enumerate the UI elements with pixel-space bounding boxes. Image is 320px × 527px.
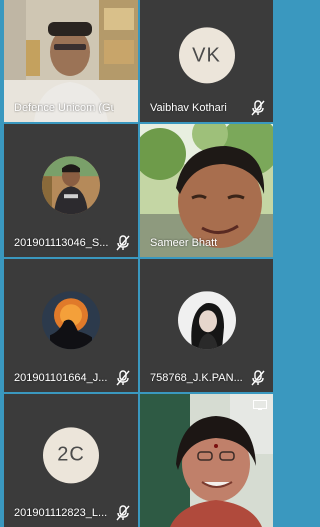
participant-tile-vaibhav-kothari[interactable]: VK Vaibhav Kothari bbox=[140, 0, 273, 122]
mic-off-icon bbox=[251, 370, 265, 386]
participant-tile-201901101664[interactable]: 201901101664_J... bbox=[4, 259, 138, 392]
participant-tile-video[interactable] bbox=[140, 394, 273, 527]
participant-initials-avatar: VK bbox=[178, 27, 235, 84]
participant-name: Vaibhav Kothari bbox=[150, 102, 227, 114]
participant-avatar-photo bbox=[42, 155, 100, 214]
participant-tile-758768-jkpan[interactable]: 758768_J.K.PAN... bbox=[140, 259, 273, 392]
participant-name: 201901101664_J... bbox=[14, 372, 108, 384]
screen-share-icon bbox=[253, 400, 267, 410]
mic-off-icon bbox=[116, 505, 130, 521]
participant-tile-201901112823[interactable]: 2C 201901112823_L... bbox=[4, 394, 138, 527]
mic-off-icon bbox=[116, 235, 130, 251]
participant-name: 201901112823_L... bbox=[14, 507, 108, 519]
participant-video bbox=[140, 394, 273, 527]
participant-name: Defence Unicom (Gu... bbox=[14, 102, 114, 114]
participant-name: Sameer Bhatt bbox=[150, 237, 218, 249]
participant-initials-avatar: 2C bbox=[43, 426, 99, 483]
mic-off-icon bbox=[251, 100, 265, 116]
participant-tile-defence-unicom[interactable]: Defence Unicom (Gu... bbox=[4, 0, 138, 122]
mic-off-icon bbox=[116, 370, 130, 386]
participant-tile-sameer-bhatt[interactable]: Sameer Bhatt bbox=[140, 124, 273, 257]
participant-grid: Defence Unicom (Gu... VK Vaibhav Kothari… bbox=[4, 0, 273, 527]
participant-name: 201901113046_S... bbox=[14, 237, 109, 249]
participant-name: 758768_J.K.PAN... bbox=[150, 372, 243, 384]
participant-avatar-photo bbox=[177, 290, 236, 349]
participant-tile-201901113046[interactable]: 201901113046_S... bbox=[4, 124, 138, 257]
participant-avatar-photo bbox=[42, 290, 100, 349]
